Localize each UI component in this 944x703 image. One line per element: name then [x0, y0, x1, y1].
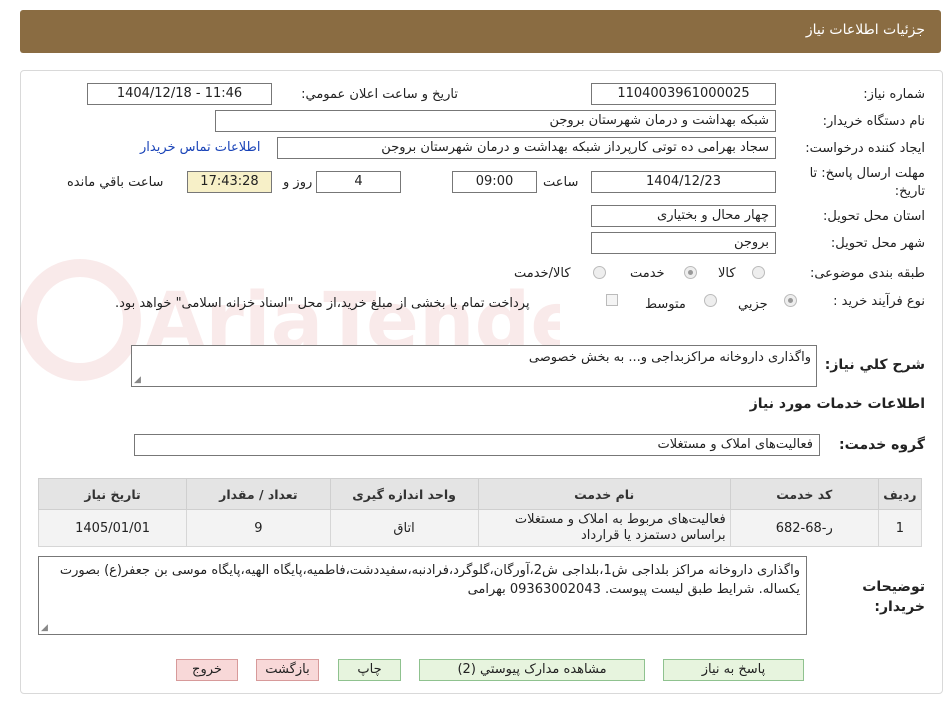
table-row: 1 ر-68-682 فعالیت‌های مربوط به املاک و م… — [37, 509, 923, 547]
process-option-medium: متوسط — [645, 297, 686, 312]
city-field: بروجن — [591, 232, 776, 254]
need-number-label: شماره نیاز: — [863, 87, 925, 102]
summary-textarea[interactable]: واگذاری داروخانه مراکزبداجی و... به بخش … — [131, 345, 817, 387]
treasury-payment-note: پرداخت تمام یا بخشی از مبلغ خرید،از محل … — [115, 296, 530, 311]
col-header-name: نام خدمت — [477, 478, 731, 510]
process-radio-minor[interactable] — [784, 294, 797, 307]
col-header-date: تاریخ نیاز — [37, 478, 188, 510]
need-number-field: 1104003961000025 — [591, 83, 776, 105]
resize-grip-icon[interactable]: ◢ — [134, 376, 142, 385]
cell-date: 1405/01/01 — [37, 509, 188, 547]
buyer-org-field: شبکه بهداشت و درمان شهرستان بروجن — [215, 110, 776, 132]
category-label: طبقه بندی موضوعی: — [809, 266, 925, 281]
resize-grip-icon[interactable]: ◢ — [41, 624, 49, 633]
remaining-label: ساعت باقي مانده — [67, 175, 164, 190]
view-attachments-button[interactable]: مشاهده مدارک پیوستي (2) — [419, 659, 645, 681]
category-radio-service[interactable] — [684, 266, 697, 279]
services-table: ردیف کد خدمت نام خدمت واحد اندازه گیری ت… — [37, 478, 923, 547]
col-header-code: کد خدمت — [729, 478, 879, 510]
service-group-field: فعالیت‌های املاک و مستغلات — [134, 434, 820, 456]
days-field: 4 — [316, 171, 401, 193]
col-header-qty: تعداد / مقدار — [186, 478, 331, 510]
summary-text: واگذاری داروخانه مراکزبداجی و... به بخش … — [528, 350, 811, 365]
buyer-contact-link[interactable]: اطلاعات تماس خریدار — [140, 140, 260, 155]
service-group-label: گروه خدمت: — [839, 437, 925, 453]
requester-label: ایجاد کننده درخواست: — [805, 141, 925, 156]
treasury-payment-checkbox[interactable] — [606, 294, 618, 306]
page-title: جزئیات اطلاعات نیاز — [805, 22, 925, 38]
deadline-label: مهلت ارسال پاسخ: تا تاریخ: — [809, 166, 925, 199]
category-radio-goods-service[interactable] — [593, 266, 606, 279]
print-button[interactable]: چاپ — [338, 659, 401, 681]
requester-field: سجاد بهرامی ده توتی کارپرداز شبکه بهداشت… — [277, 137, 776, 159]
summary-label: شرح کلي نیاز: — [824, 357, 925, 373]
buyer-notes-label: توضیحات خریدار: — [862, 579, 925, 615]
buyer-org-label: نام دستگاه خریدار: — [822, 114, 925, 129]
announce-label: تاریخ و ساعت اعلان عمومي: — [301, 87, 458, 102]
buyer-notes-text: واگذاری داروخانه مراکز بلداجی ش1،بلداجی … — [59, 563, 800, 597]
province-field: چهار محال و بختیاری — [591, 205, 776, 227]
reply-button[interactable]: پاسخ به نیاز — [663, 659, 804, 681]
table-header-row: ردیف کد خدمت نام خدمت واحد اندازه گیری ت… — [37, 478, 923, 510]
cell-name: فعالیت‌های مربوط به املاک و مستغلات براس… — [477, 509, 731, 547]
category-option-goods-service: کالا/خدمت — [514, 266, 571, 281]
services-section-title: اطلاعات خدمات مورد نیاز — [749, 396, 925, 412]
deadline-time-label: ساعت — [543, 175, 579, 190]
process-label: نوع فرآیند خرید : — [833, 294, 925, 309]
remaining-time-field: 17:43:28 — [187, 171, 272, 193]
col-header-unit: واحد اندازه گیری — [329, 478, 479, 510]
process-option-minor: جزیي — [738, 297, 768, 312]
process-radio-medium[interactable] — [704, 294, 717, 307]
announce-field: 1404/12/18 - 11:46 — [87, 83, 272, 105]
cell-unit: اتاق — [329, 509, 479, 547]
city-label: شهر محل تحویل: — [830, 236, 925, 251]
deadline-date-field: 1404/12/23 — [591, 171, 776, 193]
category-radio-goods[interactable] — [752, 266, 765, 279]
cell-qty: 9 — [186, 509, 331, 547]
category-option-service: خدمت — [630, 266, 665, 281]
buyer-notes-textarea[interactable]: واگذاری داروخانه مراکز بلداجی ش1،بلداجی … — [38, 556, 807, 635]
page-header: جزئیات اطلاعات نیاز — [20, 10, 941, 53]
province-label: استان محل تحویل: — [823, 209, 925, 224]
exit-button[interactable]: خروج — [176, 659, 238, 681]
cell-code: ر-68-682 — [729, 509, 879, 547]
cell-row-number: 1 — [877, 509, 923, 547]
col-header-row-number: ردیف — [877, 478, 923, 510]
days-label: روز و — [283, 175, 313, 190]
category-option-goods: کالا — [718, 266, 736, 281]
back-button[interactable]: بازگشت — [256, 659, 319, 681]
deadline-time-field: 09:00 — [452, 171, 537, 193]
